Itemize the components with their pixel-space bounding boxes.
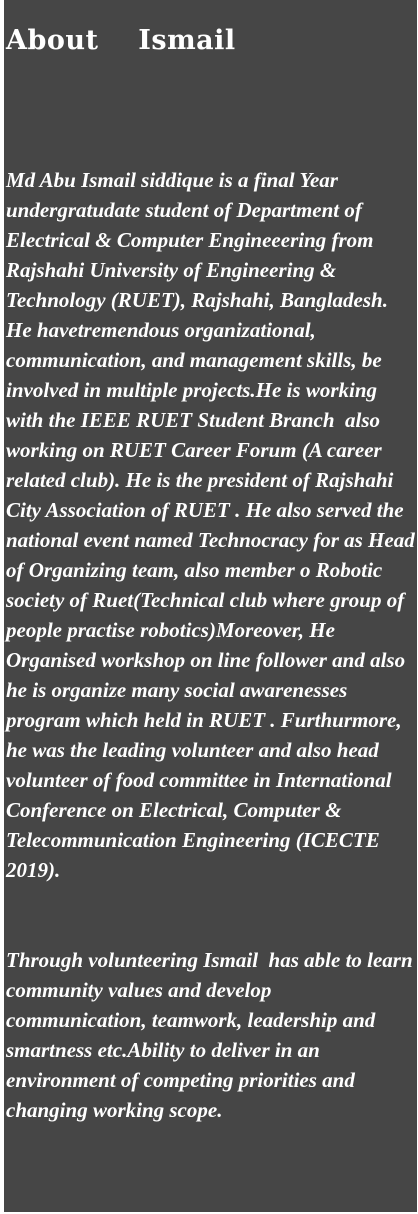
about-paragraph-1: Md Abu Ismail siddique is a final Year u…: [6, 168, 415, 882]
about-panel: About Ismail Md Abu Ismail siddique is a…: [4, 0, 417, 1212]
about-paragraph-2: Through volunteering Ismail has able to …: [6, 948, 418, 1122]
about-heading: About Ismail: [6, 25, 236, 56]
about-body: Md Abu Ismail siddique is a final Year u…: [6, 105, 417, 1185]
